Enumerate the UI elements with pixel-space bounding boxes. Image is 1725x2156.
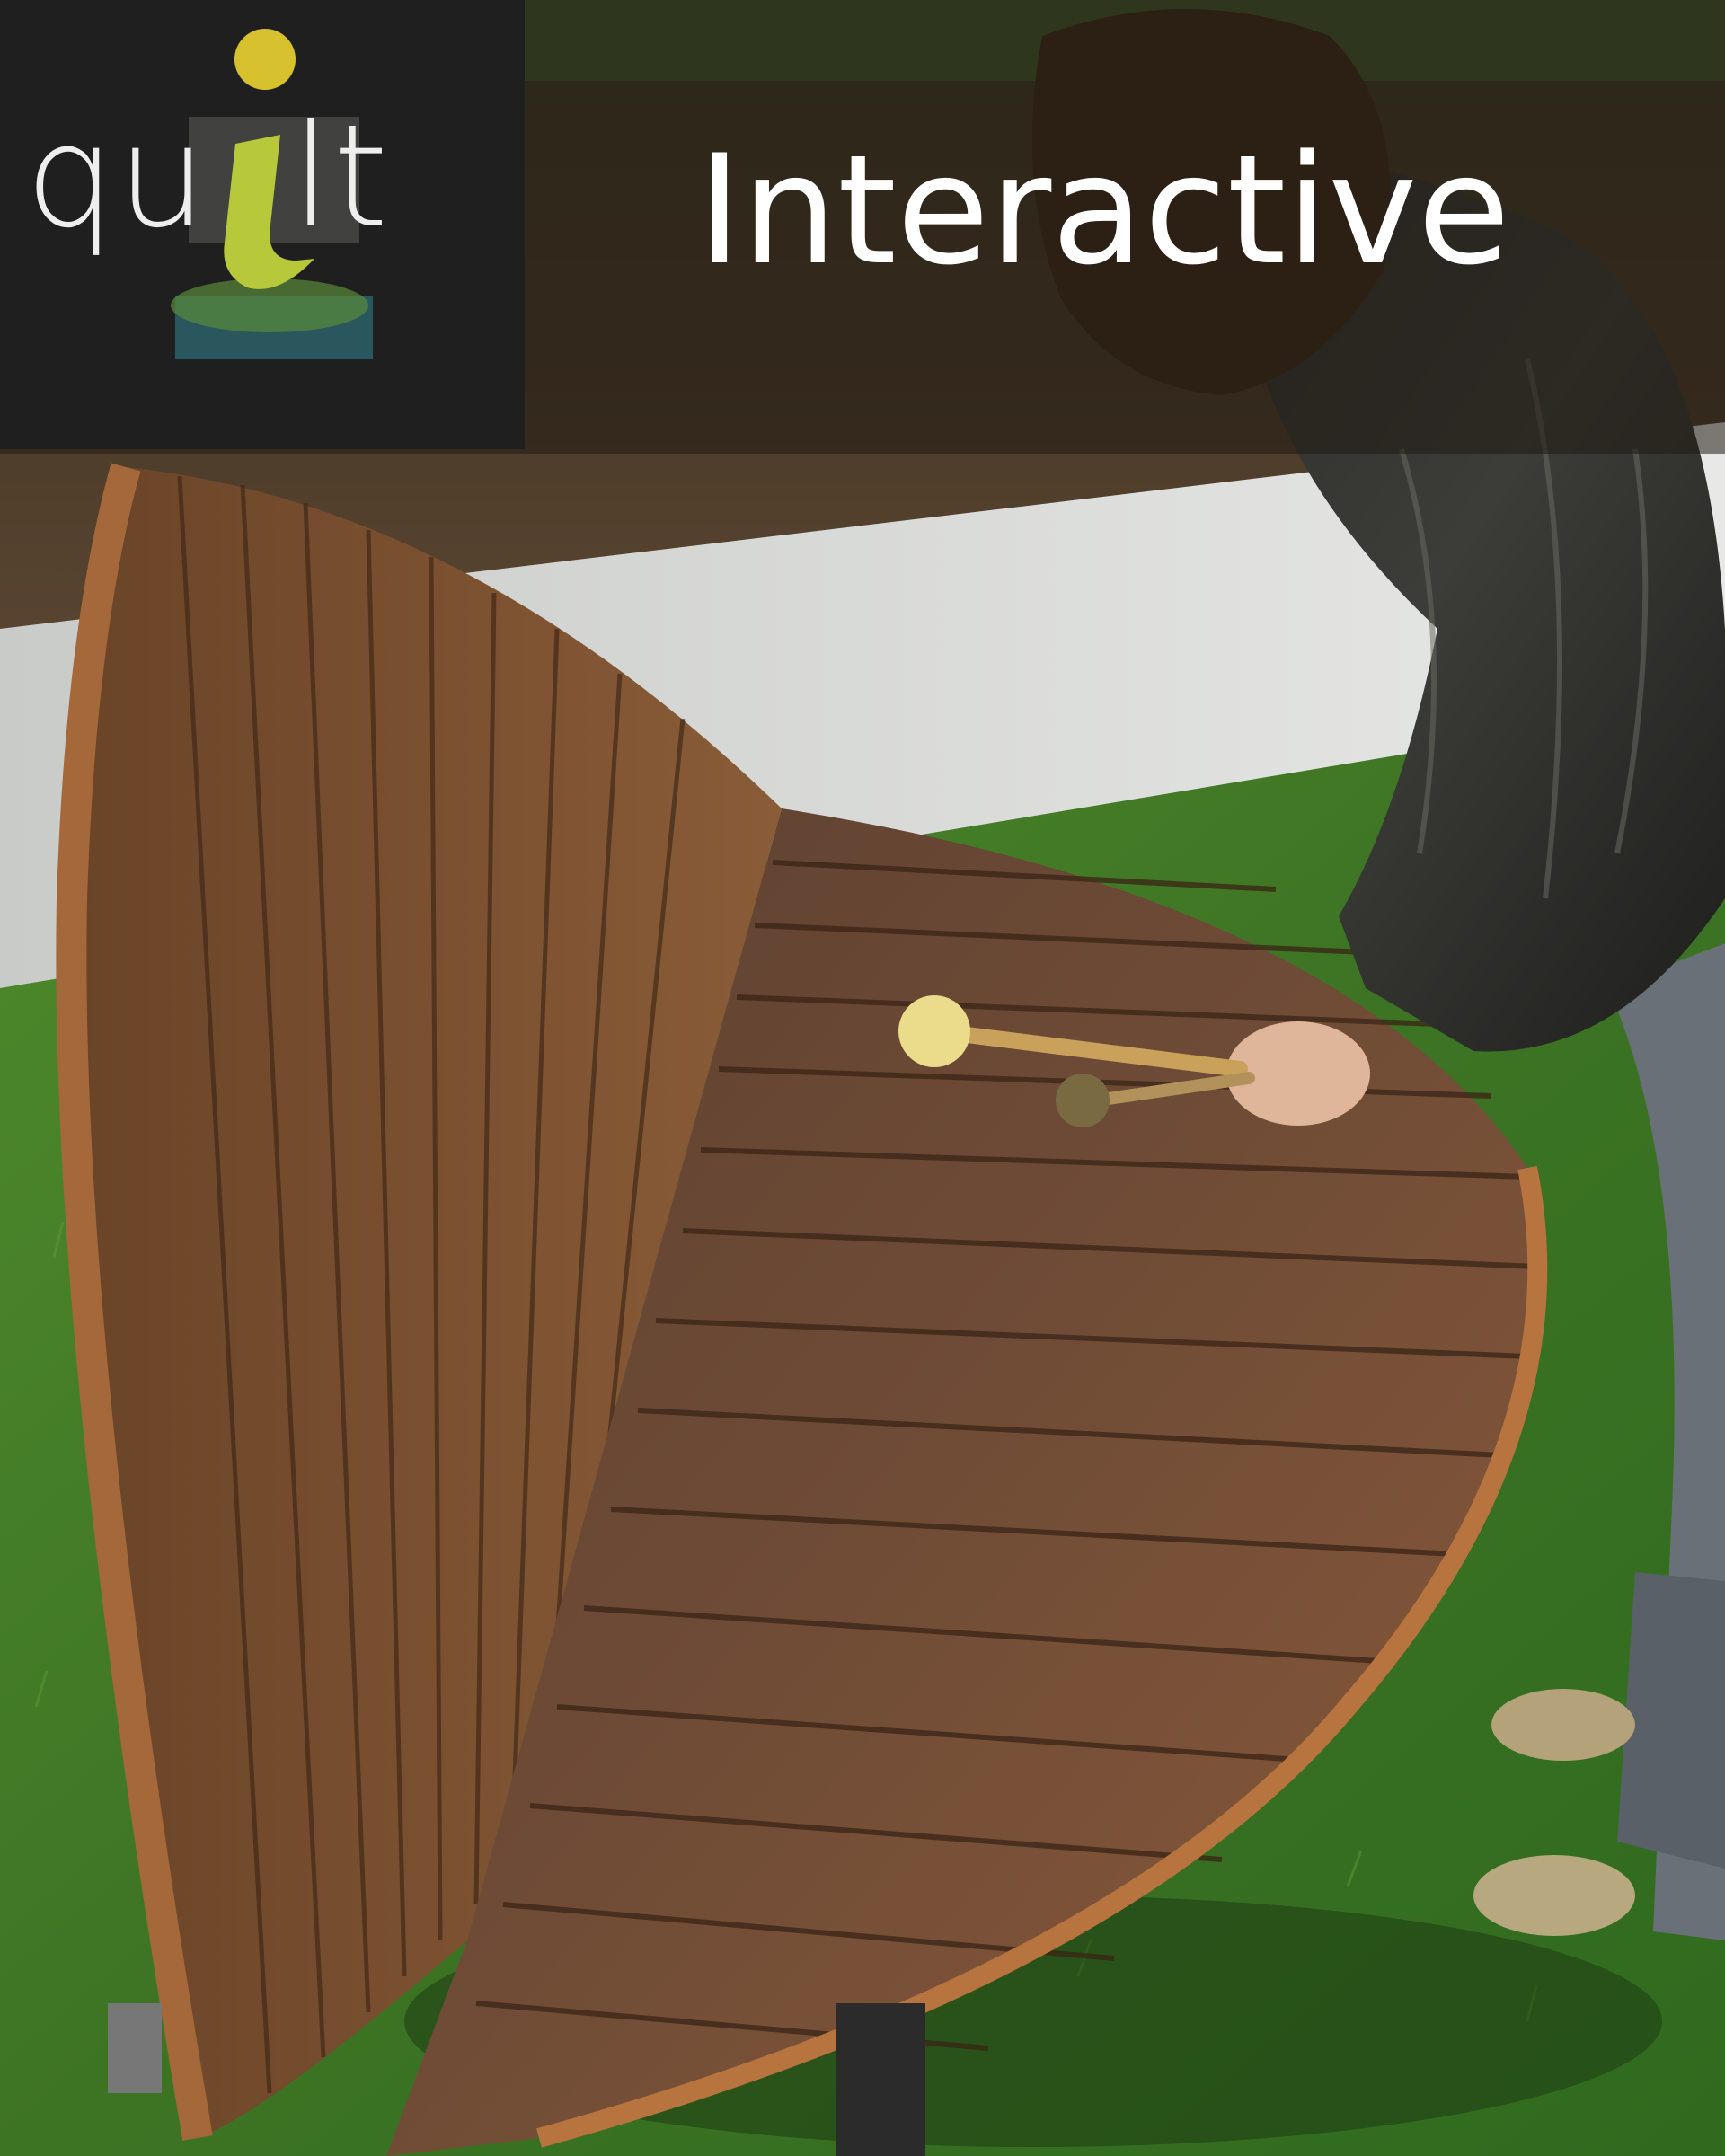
- logo-text-right: lt: [291, 94, 391, 260]
- page: qu lt Interactive: [0, 0, 1725, 2156]
- quilt-logo: qu lt: [0, 0, 525, 449]
- logo-text-left: qu: [25, 94, 209, 260]
- logo-wordmark: qu lt: [25, 106, 390, 248]
- page-title: Interactive: [697, 122, 1510, 298]
